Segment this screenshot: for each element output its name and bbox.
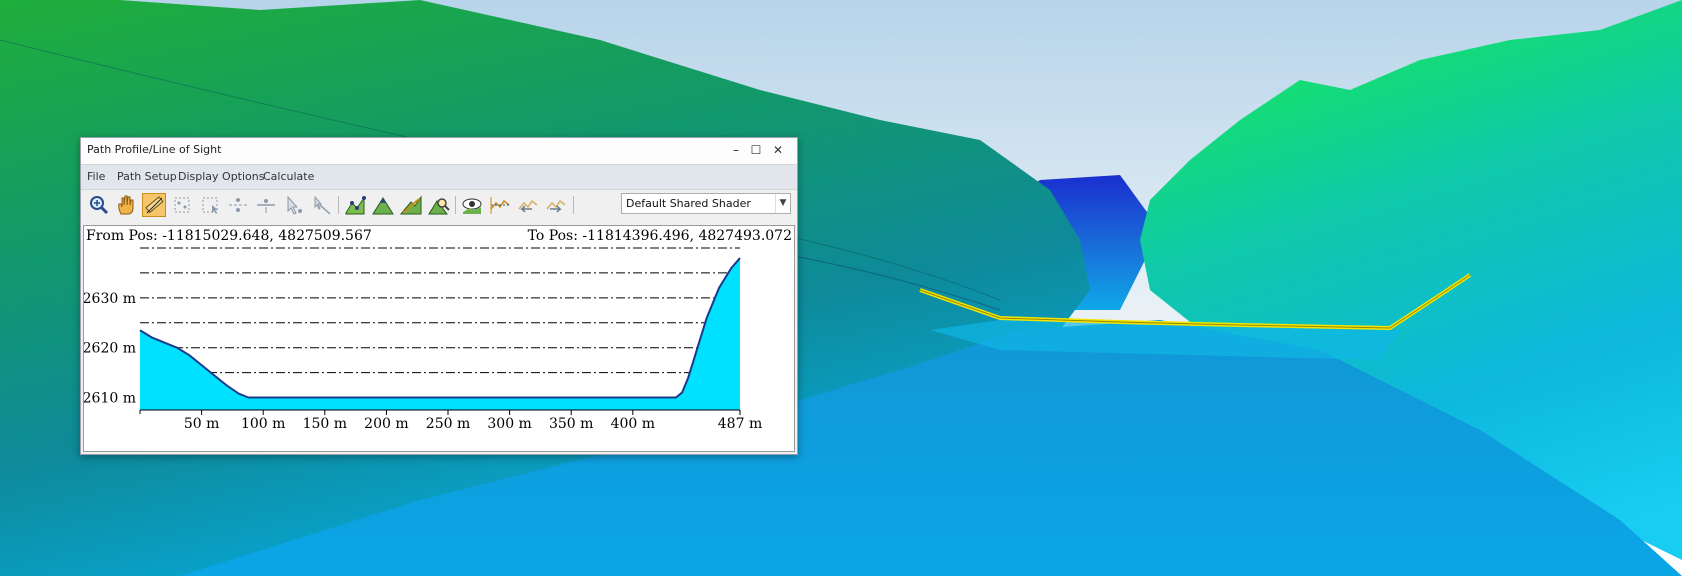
terrain-slope-icon[interactable] bbox=[399, 193, 423, 217]
profile-line bbox=[139, 257, 741, 399]
terrain-peak-icon[interactable] bbox=[371, 193, 395, 217]
x-tick-label: 350 m bbox=[549, 416, 593, 432]
line-points-icon[interactable] bbox=[226, 193, 250, 217]
x-tick-label: 250 m bbox=[426, 416, 470, 432]
x-tick-label: 100 m bbox=[241, 416, 285, 432]
window-title: Path Profile/Line of Sight bbox=[87, 143, 222, 156]
menu-file[interactable]: File bbox=[87, 170, 105, 183]
line-of-sight-eye-icon[interactable] bbox=[460, 193, 484, 217]
select-points-icon[interactable] bbox=[170, 193, 194, 217]
profile-chart: 50 m 100 m 150 m 200 m 250 m 300 m 350 m 400 m 4… bbox=[84, 247, 762, 432]
x-tick-label: 200 m bbox=[364, 416, 408, 432]
move-left-icon[interactable] bbox=[516, 193, 540, 217]
close-button[interactable]: ✕ bbox=[769, 141, 787, 159]
maximize-button[interactable]: ☐ bbox=[747, 141, 765, 159]
pointer-line-icon[interactable] bbox=[310, 193, 334, 217]
path-profile-window: Path Profile/Line of Sight – ☐ ✕ File Pa… bbox=[80, 137, 798, 455]
toolbar-separator bbox=[573, 196, 574, 214]
x-tick-label: 150 m bbox=[303, 416, 347, 432]
chevron-down-icon[interactable]: ▼ bbox=[775, 194, 790, 213]
menu-path-setup[interactable]: Path Setup bbox=[117, 170, 177, 183]
pointer-select-icon[interactable] bbox=[282, 193, 306, 217]
menu-calculate[interactable]: Calculate bbox=[263, 170, 314, 183]
minimize-button[interactable]: – bbox=[727, 141, 745, 159]
x-tick-label: 487 m bbox=[718, 416, 762, 432]
x-tick-label: 300 m bbox=[487, 416, 531, 432]
toolbar-separator bbox=[455, 196, 456, 214]
move-right-icon[interactable] bbox=[544, 193, 568, 217]
select-area-icon[interactable] bbox=[198, 193, 222, 217]
pan-hand-icon[interactable] bbox=[114, 193, 138, 217]
y-tick-label: 2610 m bbox=[84, 391, 136, 407]
toolbar-separator bbox=[338, 196, 339, 214]
measure-ruler-icon[interactable] bbox=[142, 193, 166, 217]
line-break-icon[interactable] bbox=[254, 193, 278, 217]
title-bar[interactable]: Path Profile/Line of Sight – ☐ ✕ bbox=[81, 138, 797, 165]
y-tick-label: 2620 m bbox=[84, 341, 136, 357]
x-tick-label: 50 m bbox=[184, 416, 220, 432]
profile-plot[interactable]: From Pos: -11815029.648, 4827509.567 To … bbox=[83, 225, 795, 452]
shader-value: Default Shared Shader bbox=[626, 197, 751, 210]
zoom-tool-icon[interactable] bbox=[86, 193, 110, 217]
x-tick-label: 400 m bbox=[611, 416, 655, 432]
menu-display-options[interactable]: Display Options bbox=[178, 170, 265, 183]
terrain-search-icon[interactable] bbox=[427, 193, 451, 217]
profile-edit-icon[interactable] bbox=[488, 193, 512, 217]
profile-path-icon[interactable] bbox=[343, 193, 367, 217]
y-tick-label: 2630 m bbox=[84, 291, 136, 307]
menu-bar: File Path Setup Display Options Calculat… bbox=[81, 165, 797, 190]
shader-dropdown[interactable]: Default Shared Shader ▼ bbox=[621, 193, 791, 214]
